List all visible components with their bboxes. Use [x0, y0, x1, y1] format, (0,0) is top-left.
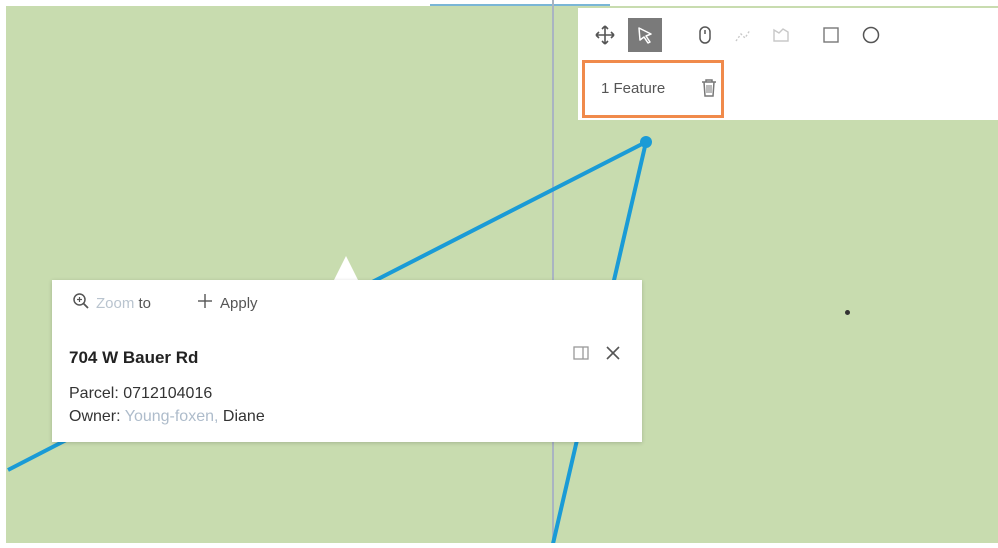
move-tool-button[interactable] — [588, 18, 622, 52]
owner-row: Owner: Young-foxen, Diane — [69, 408, 265, 426]
polyline-icon — [733, 25, 753, 45]
polyline-tool-button[interactable] — [726, 18, 760, 52]
close-icon — [604, 346, 622, 366]
owner-value-faded: Young-foxen, — [124, 408, 219, 425]
move-icon — [595, 25, 615, 45]
circle-icon — [861, 25, 881, 45]
zoom-in-icon — [72, 292, 90, 314]
delete-feature-button[interactable] — [700, 78, 718, 103]
map-point[interactable] — [845, 310, 850, 315]
select-tool-button[interactable] — [628, 18, 662, 52]
zoom-label-faded: Zoom — [96, 294, 135, 312]
popup-pointer — [334, 256, 358, 280]
popup-title: 704 W Bauer Rd — [69, 348, 199, 367]
parcel-value: 0712104016 — [123, 385, 213, 402]
apply-button[interactable]: Apply — [196, 292, 258, 314]
mouse-icon — [697, 25, 713, 45]
owner-value: Diane — [222, 408, 265, 425]
zoom-to-button[interactable]: Zoom to — [72, 292, 151, 314]
feature-popup: Zoom to Apply 704 W Bauer Rd Parcel: 071… — [52, 280, 642, 442]
feature-count-label: 1 Feature — [601, 80, 666, 97]
rectangle-tool-button[interactable] — [814, 18, 848, 52]
zoom-label: to — [138, 294, 152, 312]
point-tool-button[interactable] — [688, 18, 722, 52]
polygon-icon — [771, 25, 791, 45]
select-arrow-icon — [635, 25, 655, 45]
trash-icon — [700, 79, 718, 102]
parcel-row: Parcel: 0712104016 — [69, 385, 212, 403]
sketch-toolbar: 1 Feature — [578, 8, 998, 120]
close-popup-button[interactable] — [604, 344, 622, 367]
selected-features-panel: 1 Feature — [582, 60, 724, 118]
plus-icon — [196, 292, 214, 314]
dock-popup-button[interactable] — [572, 345, 590, 366]
sketch-vertex[interactable] — [640, 136, 652, 148]
owner-label: Owner: — [69, 408, 121, 425]
map-frame-bottom — [0, 543, 998, 548]
polygon-tool-button[interactable] — [764, 18, 798, 52]
apply-label: Apply — [220, 294, 258, 312]
parcel-label: Parcel: — [69, 385, 119, 402]
rectangle-icon — [821, 25, 841, 45]
circle-tool-button[interactable] — [854, 18, 888, 52]
dock-icon — [572, 346, 590, 365]
